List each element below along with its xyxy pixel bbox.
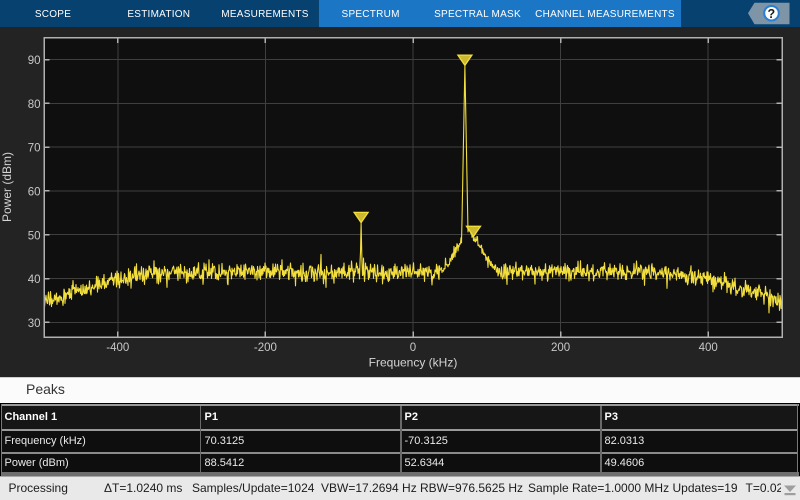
svg-text:0: 0 — [410, 342, 416, 354]
svg-text:Frequency (kHz): Frequency (kHz) — [369, 356, 458, 370]
svg-text:Power (dBm): Power (dBm) — [0, 152, 14, 222]
svg-text:30: 30 — [28, 318, 41, 330]
svg-text:90: 90 — [28, 55, 41, 67]
svg-text:40: 40 — [28, 274, 41, 286]
svg-text:50: 50 — [28, 230, 41, 242]
svg-text:?: ? — [768, 7, 776, 21]
svg-text:-200: -200 — [254, 342, 277, 354]
svg-text:400: 400 — [699, 342, 718, 354]
svg-text:80: 80 — [28, 99, 41, 111]
svg-text:200: 200 — [551, 342, 570, 354]
svg-text:70: 70 — [28, 143, 41, 155]
svg-text:-400: -400 — [106, 342, 129, 354]
svg-text:60: 60 — [28, 187, 41, 199]
